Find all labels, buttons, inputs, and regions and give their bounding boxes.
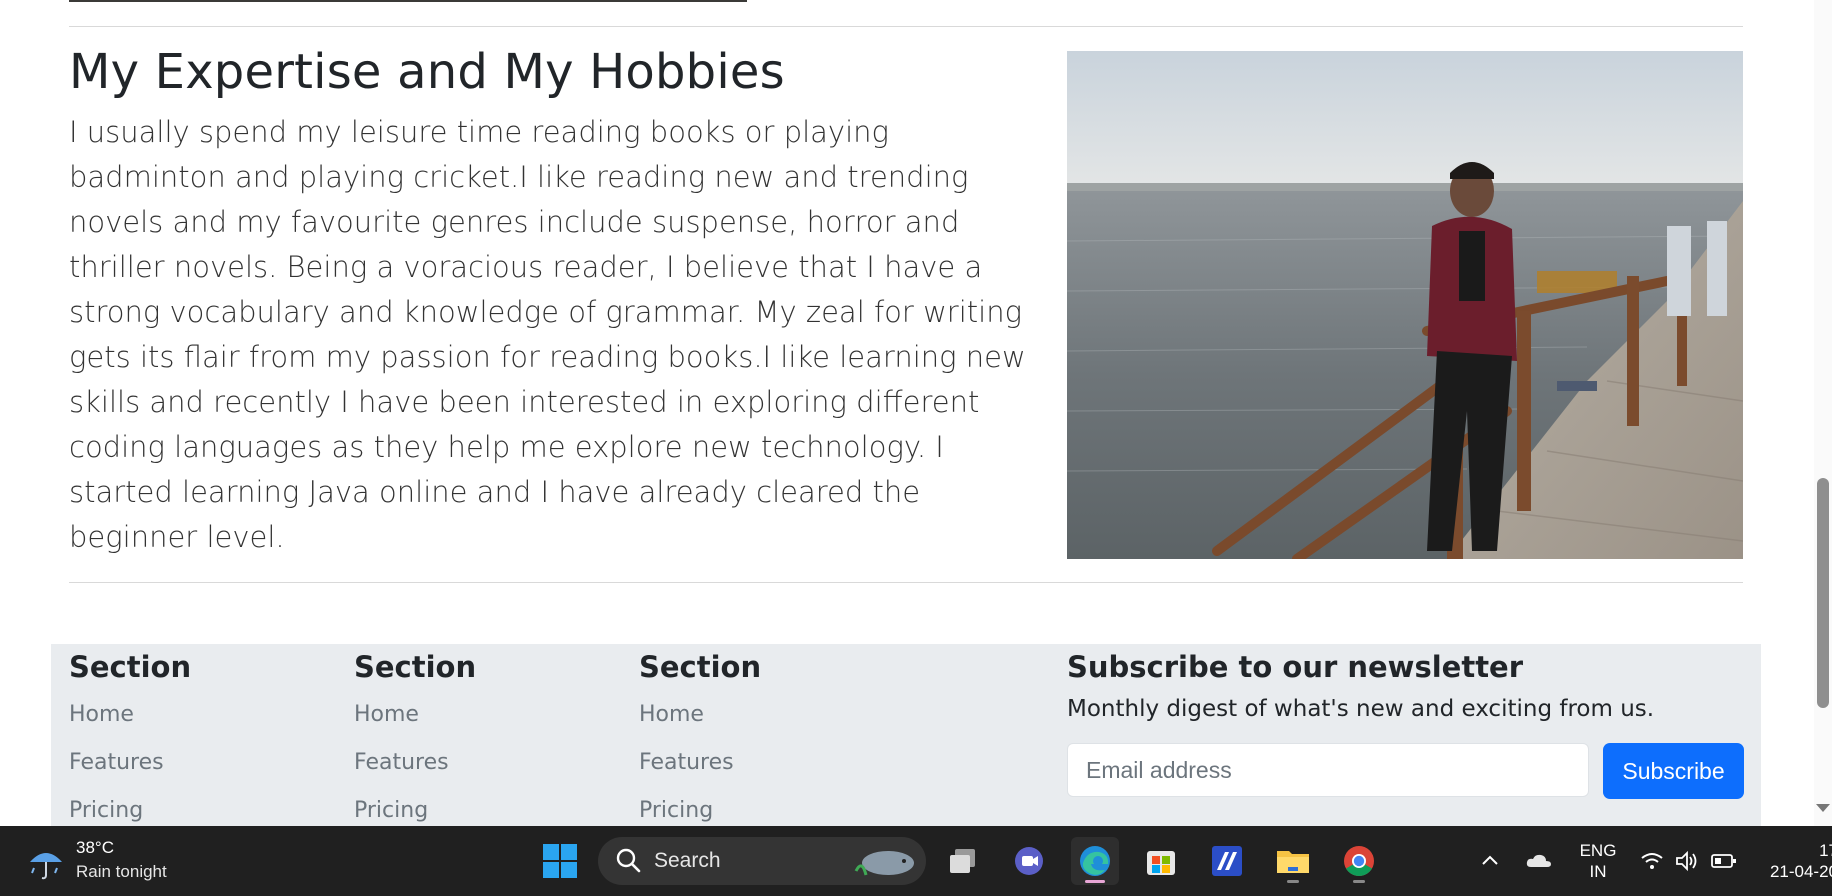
newsletter-subtitle: Monthly digest of what's new and excitin… [1067,696,1655,722]
scroll-down-arrow-icon[interactable] [1816,804,1830,812]
running-app-indicator [1287,880,1299,883]
footer-link-pricing[interactable]: Pricing [639,787,761,826]
chrome-icon [1344,846,1374,877]
chevron-up-icon[interactable] [1478,849,1502,873]
browser-viewport: My Expertise and My Hobbies I usually sp… [0,0,1832,826]
edge-icon [1080,846,1110,876]
windows-taskbar: 38°C Rain tonight Search ENG IN 1 21-04-… [0,826,1832,896]
teams-button[interactable] [1005,837,1053,885]
weather-description: Rain tonight [76,862,167,881]
active-app-indicator [1085,880,1105,883]
start-icon [543,844,577,878]
app-button[interactable] [1203,837,1251,885]
footer-link-pricing[interactable]: Pricing [69,787,191,826]
footer-column-1: Section Home Features Pricing [69,644,191,826]
language-code: ENG [1579,841,1617,860]
footer-column-3: Section Home Features Pricing [639,644,761,826]
onedrive-icon[interactable] [1524,849,1554,873]
footer-link-features[interactable]: Features [639,739,761,787]
footer-column-title: Section [69,650,192,684]
newsletter-form: Subscribe to our newsletter Monthly dige… [1067,644,1744,799]
newsletter-input-group: Subscribe [1067,743,1744,799]
weather-widget[interactable]: 38°C Rain tonight [24,838,184,884]
running-app-indicator [1353,880,1365,883]
file-explorer-icon [1277,851,1309,873]
search-icon [616,848,641,873]
start-button[interactable] [536,837,584,885]
manatee-icon [854,851,914,876]
weather-temperature: 38°C [76,838,114,857]
footer-column-2: Section Home Features Pricing [354,644,476,826]
volume-icon[interactable] [1674,849,1700,873]
clock-date: 21-04-20 [1769,862,1832,881]
taskbar-search[interactable]: Search [598,837,926,885]
profile-photo [1067,51,1743,559]
divider [69,26,1743,27]
previous-image-edge [69,0,747,2]
vertical-scrollbar[interactable] [1814,0,1832,826]
footer-column-title: Section [639,650,762,684]
footer-link-home[interactable]: Home [354,691,476,739]
region-code: IN [1589,862,1607,881]
store-button[interactable] [1137,837,1185,885]
newsletter-title: Subscribe to our newsletter [1067,650,1524,684]
footer-link-home[interactable]: Home [639,691,761,739]
file-explorer-button[interactable] [1269,837,1317,885]
footer-link-pricing[interactable]: Pricing [354,787,476,826]
footer-column-title: Section [354,650,477,684]
task-view-icon [950,849,975,873]
teams-icon [1015,847,1043,875]
umbrella-rain-icon [30,853,62,880]
scroll-thumb[interactable] [1817,478,1829,708]
task-view-button[interactable] [940,837,988,885]
chrome-button[interactable] [1335,837,1383,885]
subscribe-button[interactable]: Subscribe [1603,743,1744,799]
clock[interactable]: 17 21-04-20 [1758,840,1832,882]
footer-link-features[interactable]: Features [354,739,476,787]
hobbies-paragraph: I usually spend my leisure time reading … [69,115,1026,554]
divider [69,582,1743,583]
edge-button[interactable] [1071,837,1119,885]
footer-link-features[interactable]: Features [69,739,191,787]
battery-icon[interactable] [1710,849,1738,873]
input-language[interactable]: ENG IN [1576,840,1620,882]
app-icon [1212,846,1242,876]
footer-link-home[interactable]: Home [69,691,191,739]
email-input[interactable] [1067,743,1589,797]
store-icon [1147,851,1175,875]
riverside-photo [1067,51,1743,559]
section-heading: My Expertise and My Hobbies [69,44,785,100]
wifi-icon[interactable] [1639,849,1665,873]
clock-time: 17 [1819,841,1832,860]
search-label: Search [654,849,721,872]
